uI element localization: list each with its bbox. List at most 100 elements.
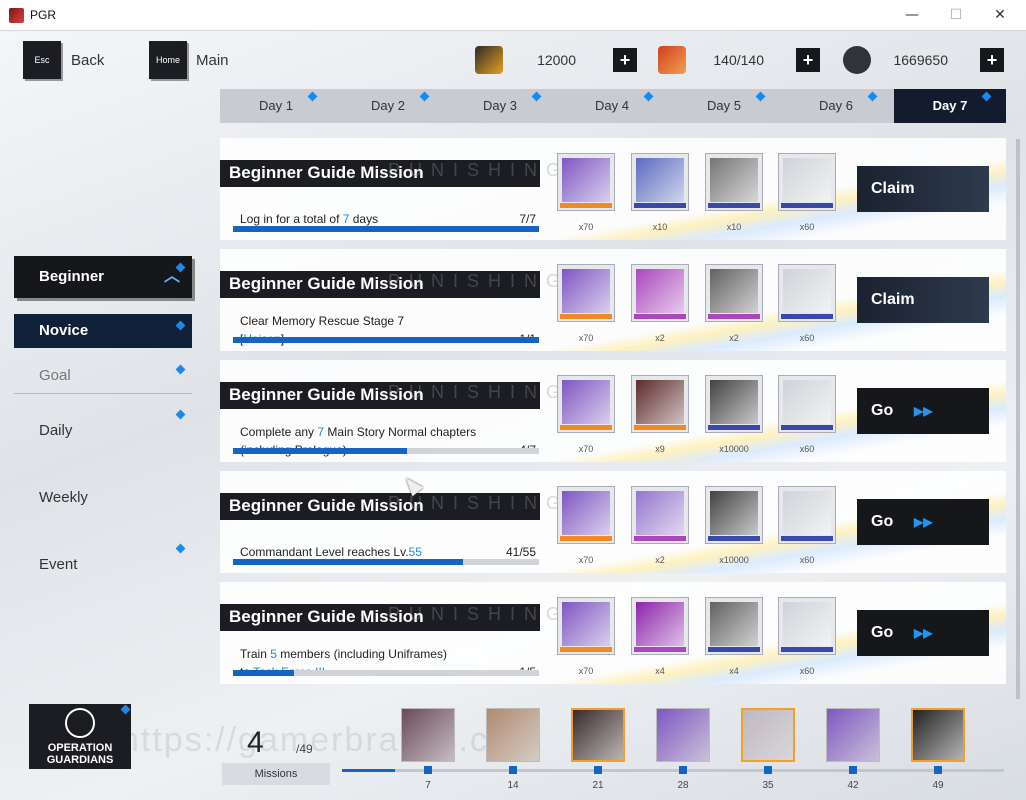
mission-progress-fill (233, 559, 463, 565)
tab-day-4[interactable]: Day 4 (556, 89, 668, 123)
milestone-reward[interactable] (401, 708, 455, 762)
desc-text: Log in for a total of (240, 212, 343, 226)
tab-day-1[interactable]: Day 1 (220, 89, 332, 123)
app-icon (9, 8, 24, 23)
mission-progress-count: 7/7 (519, 212, 536, 226)
desc-text: days (349, 212, 379, 226)
mission-progress-bar (233, 559, 539, 565)
button-label: Go (871, 624, 894, 641)
mission-row: Beginner Guide Mission PUNISHING Log in fo… (220, 138, 1006, 240)
reward-item[interactable] (557, 264, 615, 322)
go-button[interactable]: Go ▶▶ (857, 388, 989, 434)
rarity-band (781, 314, 833, 319)
reward-quantity: x60 (799, 555, 815, 565)
ghost-text: PUNISHING (388, 493, 570, 513)
mission-progress-bar (233, 448, 539, 454)
sidebar-item-goal[interactable]: Goal (14, 358, 192, 394)
mission-progress-bar (233, 226, 539, 232)
reward-item[interactable] (557, 486, 615, 544)
operation-guardians-logo[interactable]: OPERATION GUARDIANS (29, 704, 131, 769)
reward-item[interactable] (705, 264, 763, 322)
tab-day-7[interactable]: Day 7 (894, 89, 1006, 123)
reward-quantity: x60 (799, 666, 815, 676)
add-stamina-button[interactable]: + (796, 48, 820, 72)
reward-item[interactable] (705, 375, 763, 433)
reward-item[interactable] (778, 264, 836, 322)
milestone-label: 42 (847, 780, 859, 791)
tab-day-6[interactable]: Day 6 (780, 89, 892, 123)
new-dot-icon (867, 91, 878, 102)
maximize-button[interactable]: ☐ (934, 4, 978, 26)
reward-item[interactable] (631, 486, 689, 544)
tab-day-2[interactable]: Day 2 (332, 89, 444, 123)
reward-item[interactable] (557, 153, 615, 211)
rarity-band (708, 647, 760, 652)
sidebar-item-event[interactable]: Event (14, 535, 192, 595)
back-button[interactable]: Back (71, 52, 104, 69)
reward-item[interactable] (778, 486, 836, 544)
rarity-band (560, 314, 612, 319)
home-key-icon[interactable]: Home (149, 41, 187, 79)
milestone-reward[interactable] (486, 708, 540, 762)
reward-item[interactable] (705, 153, 763, 211)
tab-label: Day 2 (371, 98, 405, 113)
new-dot-icon (175, 364, 186, 375)
tab-day-3[interactable]: Day 3 (444, 89, 556, 123)
reward-quantity: x2 (729, 333, 739, 343)
reward-item[interactable] (631, 597, 689, 655)
reward-item[interactable] (631, 153, 689, 211)
reward-item[interactable] (631, 264, 689, 322)
milestone-reward[interactable] (656, 708, 710, 762)
window-title: PGR (30, 8, 57, 22)
reward-item[interactable] (557, 597, 615, 655)
milestone-reward[interactable] (826, 708, 880, 762)
claim-button[interactable]: Claim (857, 277, 989, 323)
milestone-label: 21 (592, 780, 604, 791)
reward-item[interactable] (778, 375, 836, 433)
tab-day-5[interactable]: Day 5 (668, 89, 780, 123)
minimize-button[interactable]: — (890, 4, 934, 26)
reward-quantity: x10 (726, 222, 742, 232)
mission-row: Beginner Guide Mission PUNISHING Train 5 m… (220, 582, 1006, 684)
reward-icon (710, 602, 758, 646)
reward-item[interactable] (778, 153, 836, 211)
tab-label: Day 6 (819, 98, 853, 113)
go-button[interactable]: Go ▶▶ (857, 499, 989, 545)
reward-icon (783, 269, 831, 313)
add-gold-button[interactable]: + (613, 48, 637, 72)
sidebar-item-novice[interactable]: Novice (14, 314, 192, 348)
mission-desc-line-1: Train 5 members (including Uniframes) (240, 645, 447, 663)
new-dot-icon (307, 91, 318, 102)
milestone-reward[interactable] (911, 708, 965, 762)
ghost-text: PUNISHING (388, 382, 570, 402)
sidebar-item-label: Goal (39, 367, 71, 384)
close-button[interactable]: ✕ (978, 4, 1022, 26)
reward-item[interactable] (557, 375, 615, 433)
ghost-text: PUNISHING (388, 160, 570, 180)
go-button[interactable]: Go ▶▶ (857, 610, 989, 656)
reward-item[interactable] (778, 597, 836, 655)
rarity-band (781, 536, 833, 541)
rarity-band (634, 314, 686, 319)
sidebar-item-daily[interactable]: Daily (14, 401, 192, 461)
reward-quantity: x2 (655, 555, 665, 565)
reward-item[interactable] (705, 597, 763, 655)
sidebar-item-beginner[interactable]: Beginner ︿ (14, 256, 192, 298)
tab-label: Day 3 (483, 98, 517, 113)
milestone-reward[interactable] (571, 708, 625, 762)
sidebar-item-weekly[interactable]: Weekly (14, 468, 192, 528)
new-dot-icon (419, 91, 430, 102)
reward-item[interactable] (705, 486, 763, 544)
add-coin-button[interactable]: + (980, 48, 1004, 72)
mission-scrollbar[interactable] (1016, 139, 1020, 699)
claim-button[interactable]: Claim (857, 166, 989, 212)
milestone-reward[interactable] (741, 708, 795, 762)
reward-quantity: x4 (729, 666, 739, 676)
reward-icon (636, 269, 684, 313)
reward-item[interactable] (631, 375, 689, 433)
mission-progress-fill (233, 448, 408, 454)
main-button[interactable]: Main (196, 52, 229, 69)
resource-coin-value: 1669650 (893, 52, 948, 68)
esc-key-icon[interactable]: Esc (23, 41, 61, 79)
milestone-track-fill (342, 769, 395, 772)
